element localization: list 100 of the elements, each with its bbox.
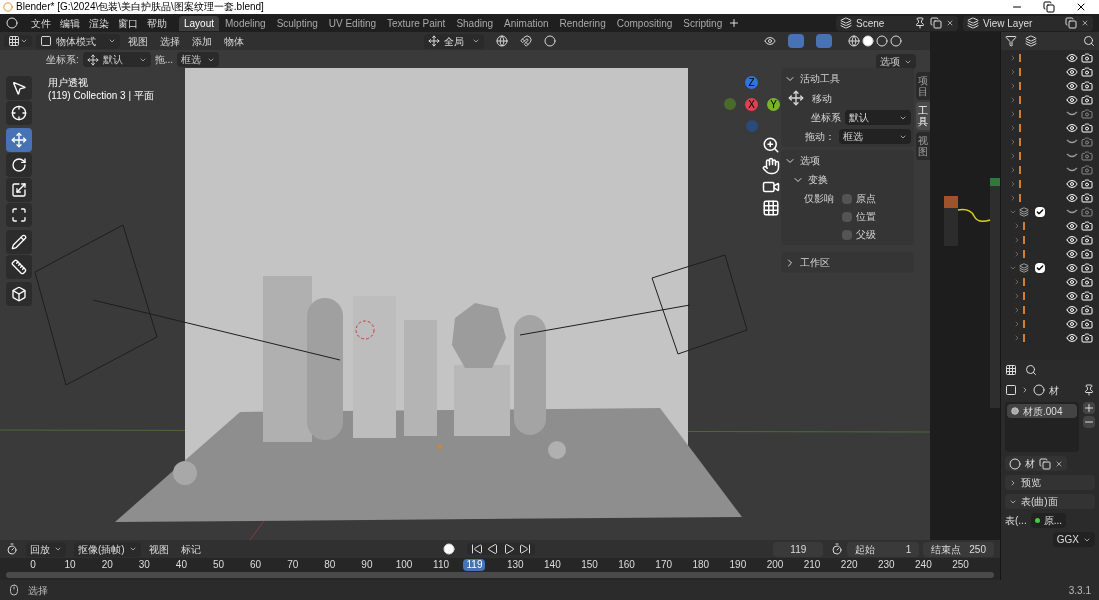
menu-item[interactable]: 视图	[144, 541, 173, 557]
menu-item[interactable]: 添加	[188, 33, 216, 49]
hand-icon[interactable]	[762, 157, 780, 175]
checkbox[interactable]	[842, 193, 852, 204]
workspace-tab[interactable]: UV Editing	[323, 15, 381, 31]
menu-item[interactable]: 渲染	[85, 15, 113, 31]
end-frame-field[interactable]: 结束点 250	[923, 541, 994, 557]
playback-controls[interactable]	[467, 543, 536, 555]
menu-item[interactable]: 标记	[176, 541, 205, 557]
stopwatch-icon[interactable]	[831, 543, 844, 555]
magnet-icon[interactable]	[520, 35, 532, 47]
eye-icon[interactable]	[1066, 290, 1078, 302]
panel-header[interactable]: 表(曲)面	[1005, 494, 1095, 509]
current-frame-field[interactable]: 119	[773, 541, 824, 557]
clock-icon[interactable]	[6, 543, 18, 555]
pivot-icon[interactable]	[496, 35, 508, 47]
workspace-tab[interactable]: Compositing	[611, 15, 678, 31]
hidden-eye-icon[interactable]	[1066, 139, 1078, 145]
eye-icon[interactable]	[1066, 80, 1078, 92]
workspace-tab[interactable]: Texture Paint	[382, 15, 451, 31]
record-icon[interactable]	[443, 543, 456, 555]
panel-header[interactable]: 预览	[1005, 475, 1095, 490]
mode-dropdown[interactable]: 物体模式	[36, 33, 120, 49]
app-logo-icon[interactable]	[6, 17, 18, 29]
tool-button[interactable]	[6, 153, 32, 177]
coordinate-dropdown[interactable]: 默认	[845, 110, 911, 125]
menu-item[interactable]: 物体	[220, 33, 248, 49]
close-icon[interactable]	[1075, 1, 1087, 13]
menu-item[interactable]: 帮助	[143, 15, 171, 31]
zoom-icon[interactable]	[762, 136, 780, 154]
add-workspace-icon[interactable]	[728, 17, 741, 29]
hidden-eye-icon[interactable]	[1066, 167, 1078, 173]
menu-dropdown[interactable]: 抠像(插帧)	[74, 541, 141, 557]
menu-item[interactable]: 窗口	[114, 15, 142, 31]
eye-icon[interactable]	[1066, 66, 1078, 78]
current-frame-marker[interactable]: 119	[463, 559, 486, 571]
layers-icon[interactable]	[1025, 35, 1037, 47]
drag-dropdown[interactable]: 框选	[177, 52, 220, 67]
eye-icon[interactable]	[1066, 220, 1078, 232]
workspace-tab[interactable]: Layout	[179, 15, 220, 31]
start-frame-field[interactable]: 起始 1	[847, 541, 920, 557]
eye-icon[interactable]	[1066, 276, 1078, 288]
menu-dropdown[interactable]: 回放	[26, 541, 66, 557]
menu-item[interactable]: 选择	[156, 33, 184, 49]
tool-button[interactable]	[6, 101, 32, 125]
checkbox[interactable]	[1035, 207, 1045, 217]
coordinate-dropdown[interactable]: 默认	[82, 52, 151, 67]
workspace-tab[interactable]: Sculpting	[271, 15, 323, 31]
tool-button[interactable]	[6, 178, 32, 202]
grid-icon[interactable]	[762, 199, 780, 217]
eye-icon[interactable]	[1066, 248, 1078, 260]
eye-icon[interactable]	[1066, 178, 1078, 190]
eye-icon[interactable]	[1066, 304, 1078, 316]
shading-buttons[interactable]	[848, 35, 902, 47]
hidden-eye-icon[interactable]	[1066, 153, 1078, 159]
remove-icon[interactable]	[1083, 416, 1095, 428]
sidebar-tab[interactable]: 项目	[916, 72, 930, 100]
hidden-eye-icon[interactable]	[1066, 111, 1078, 117]
gizmo-toggle-button[interactable]	[788, 34, 804, 48]
workspace-tab[interactable]: Rendering	[554, 15, 611, 31]
view-layer-selector[interactable]: View Layer	[963, 15, 1093, 31]
eye-icon[interactable]	[1066, 122, 1078, 134]
scene-selector[interactable]: Scene	[836, 15, 958, 31]
eye-icon[interactable]	[1066, 318, 1078, 330]
drag-dropdown[interactable]: 框选	[839, 129, 911, 144]
tool-button[interactable]	[6, 282, 32, 306]
restore-icon[interactable]	[1043, 1, 1055, 13]
menu-item[interactable]: 编辑	[56, 15, 84, 31]
orientation-dropdown[interactable]: 全局	[424, 33, 484, 49]
editor-type-icon[interactable]	[1005, 364, 1017, 376]
menu-item[interactable]: 视图	[124, 33, 152, 49]
eye-icon[interactable]	[764, 35, 776, 47]
distribution-dropdown[interactable]: GGX	[1052, 532, 1095, 547]
checkbox[interactable]	[842, 229, 852, 240]
material-slot[interactable]: 材质.004	[1007, 404, 1077, 418]
editor-type-button[interactable]	[4, 35, 32, 47]
search-icon[interactable]	[1025, 364, 1037, 376]
add-icon[interactable]	[1083, 402, 1095, 414]
eye-icon[interactable]	[1066, 234, 1078, 246]
search-icon[interactable]	[1083, 35, 1095, 47]
hidden-eye-icon[interactable]	[1066, 209, 1078, 215]
material-selector[interactable]: 材	[1005, 456, 1067, 471]
filter-icon[interactable]	[1005, 35, 1017, 47]
pin-icon[interactable]	[1083, 384, 1095, 396]
eye-icon[interactable]	[1066, 52, 1078, 64]
tool-button[interactable]	[6, 255, 32, 279]
tool-button[interactable]	[6, 76, 32, 100]
sidebar-tab[interactable]: 工具	[916, 102, 930, 130]
surface-dropdown[interactable]: 原...	[1030, 513, 1066, 528]
workspace-tab[interactable]: Scripting	[678, 15, 728, 31]
workspace-tab[interactable]: Animation	[499, 15, 554, 31]
sidebar-tab[interactable]: 视图	[916, 132, 930, 160]
eye-icon[interactable]	[1066, 262, 1078, 274]
overlay-toggle-button[interactable]	[816, 34, 832, 48]
checkbox[interactable]	[842, 211, 852, 222]
workspace-tab[interactable]: Shading	[451, 15, 499, 31]
eye-icon[interactable]	[1066, 94, 1078, 106]
menu-item[interactable]: 文件	[27, 15, 55, 31]
tool-button[interactable]	[6, 230, 32, 254]
checkbox[interactable]	[1035, 263, 1045, 273]
